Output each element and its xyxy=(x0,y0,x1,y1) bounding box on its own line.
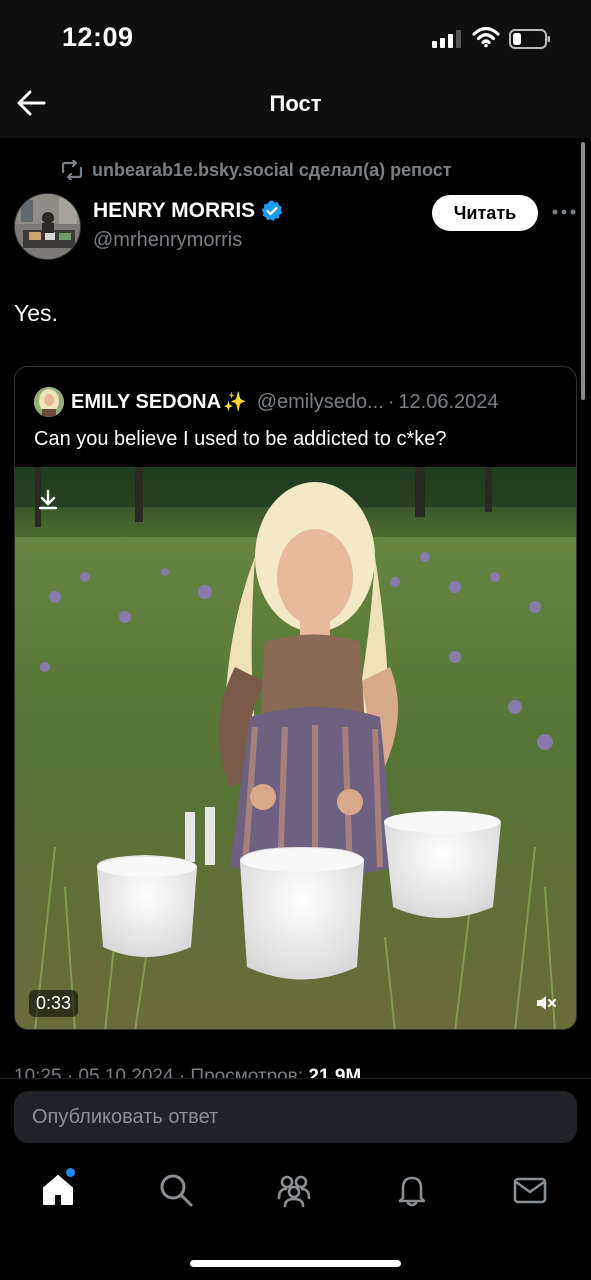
bell-icon xyxy=(398,1176,426,1207)
sparkles-emoji: ✨ xyxy=(223,392,247,413)
author-name-row[interactable]: HENRY MORRIS xyxy=(93,199,283,223)
notification-dot xyxy=(66,1168,75,1177)
status-bar: 12:09 xyxy=(0,0,591,70)
views-count: 21,9M xyxy=(308,1066,362,1078)
separator-dot: · xyxy=(387,391,395,413)
bottom-tab-bar xyxy=(0,1156,591,1280)
more-options-icon[interactable] xyxy=(551,206,577,218)
post-text: Yes. xyxy=(14,300,58,326)
mute-icon[interactable] xyxy=(535,993,557,1013)
verified-badge-icon xyxy=(261,200,283,221)
cellular-signal-icon xyxy=(432,30,461,48)
post-timestamp-views: 10:25 · 05.10.2024 · Просмотров: xyxy=(14,1066,304,1078)
quoted-author-name[interactable]: EMILY SEDONA xyxy=(71,391,221,414)
header-bar: Пост xyxy=(0,70,591,138)
repost-indicator[interactable]: unbearab1e.bsky.social сделал(а) репост xyxy=(60,158,452,182)
video-player[interactable]: 0:33 xyxy=(15,467,576,1029)
repost-icon xyxy=(61,160,83,180)
download-icon[interactable] xyxy=(37,489,59,511)
quoted-author-handle[interactable]: @emilysedo... xyxy=(257,391,384,414)
tab-home[interactable] xyxy=(40,1168,80,1212)
repost-text: unbearab1e.bsky.social сделал(а) репост xyxy=(92,159,452,180)
author-name: HENRY MORRIS xyxy=(93,199,256,222)
search-icon xyxy=(160,1174,193,1207)
quoted-post-card[interactable]: EMILY SEDONA ✨ @emilysedo... · 12.06.202… xyxy=(14,366,577,1030)
tab-communities[interactable] xyxy=(276,1172,316,1212)
quoted-post-date: 12.06.2024 xyxy=(398,391,499,413)
quoted-post-header: EMILY SEDONA ✨ @emilysedo... · 12.06.202… xyxy=(71,390,499,414)
video-duration: 0:33 xyxy=(29,990,79,1017)
reply-input[interactable] xyxy=(14,1091,577,1143)
tab-search[interactable] xyxy=(158,1172,198,1212)
author-avatar[interactable] xyxy=(14,193,81,260)
battery-icon xyxy=(509,29,550,49)
wifi-icon xyxy=(472,26,500,48)
video-frame-image xyxy=(15,467,576,1029)
community-icon xyxy=(277,1175,311,1208)
home-indicator[interactable] xyxy=(190,1260,401,1267)
post-metadata: 10:25 · 05.10.2024 · Просмотров: 21,9M xyxy=(14,1066,361,1078)
reply-bar xyxy=(0,1078,591,1156)
tab-notifications[interactable] xyxy=(394,1172,434,1212)
scrollbar[interactable] xyxy=(581,142,585,400)
page-title: Пост xyxy=(269,91,322,116)
quoted-post-text: Can you believe I used to be addicted to… xyxy=(34,428,447,450)
mail-icon xyxy=(513,1177,547,1204)
status-time: 12:09 xyxy=(62,22,134,52)
tab-messages[interactable] xyxy=(512,1172,552,1212)
quoted-author-avatar[interactable] xyxy=(34,387,64,417)
author-handle[interactable]: @mrhenrymorris xyxy=(93,229,242,252)
follow-button[interactable]: Читать xyxy=(432,195,538,231)
home-icon xyxy=(43,1175,73,1205)
